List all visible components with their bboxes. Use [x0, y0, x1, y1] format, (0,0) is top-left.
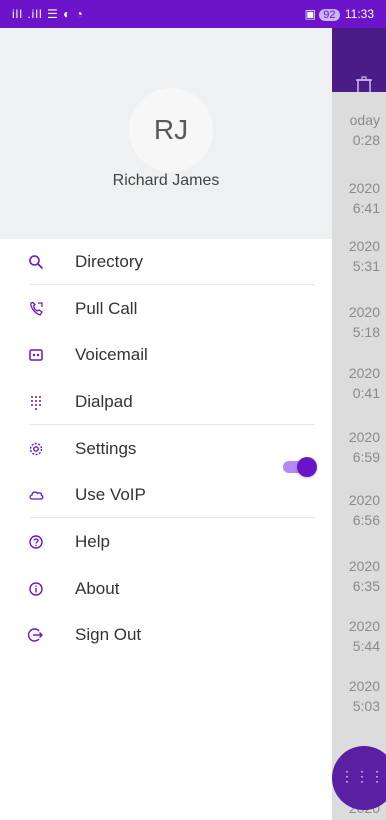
- menu-label: Sign Out: [75, 625, 142, 644]
- menu-item-directory[interactable]: Directory: [0, 240, 332, 286]
- avatar[interactable]: RJ: [129, 88, 213, 172]
- menu-label: Settings: [75, 439, 137, 458]
- menu-item-use-voip[interactable]: Use VoIP: [0, 473, 332, 519]
- drawer-header: RJ Richard James: [0, 28, 332, 239]
- navigation-drawer: RJ Richard James Directory Pull Call Voi…: [0, 28, 332, 820]
- nfc-icon: ▣: [304, 7, 320, 21]
- menu-label: Directory: [75, 252, 144, 271]
- menu-item-dialpad[interactable]: Dialpad: [0, 380, 332, 426]
- use-voip-toggle[interactable]: [283, 456, 317, 478]
- menu-item-voicemail[interactable]: Voicemail: [0, 333, 332, 379]
- menu-item-sign-out[interactable]: Sign Out: [0, 613, 332, 659]
- menu-label: Voicemail: [75, 345, 148, 364]
- background-app-bar: [332, 28, 386, 95]
- cloud-icon: [29, 491, 44, 500]
- divider: [30, 284, 315, 285]
- menu-label: Use VoIP: [75, 485, 146, 504]
- menu-label: About: [75, 579, 120, 598]
- menu-item-pull-call[interactable]: Pull Call: [0, 287, 332, 333]
- help-icon: [29, 535, 43, 549]
- toggle-thumb: [297, 457, 317, 477]
- status-right: ▣ 92 11:33: [305, 7, 374, 21]
- status-bar: ill .ill ☰ ◐ ◔ ▣ 92 11:33: [0, 0, 386, 28]
- search-icon: [29, 255, 44, 270]
- status-time: 11:33: [344, 7, 374, 21]
- menu-item-help[interactable]: Help: [0, 520, 332, 566]
- dialpad-icon: [31, 396, 41, 410]
- divider: [30, 517, 315, 518]
- voicemail-icon: [29, 349, 43, 361]
- sign-out-icon: [28, 628, 43, 642]
- status-signal-icons: ill .ill ☰ ◐ ◔: [12, 7, 84, 21]
- menu-item-about[interactable]: About: [0, 567, 332, 613]
- user-name: Richard James: [112, 172, 220, 189]
- battery-badge: 92: [319, 9, 340, 21]
- divider: [30, 424, 315, 425]
- dialpad-fab-icon: ⋮⋮⋮: [340, 768, 385, 784]
- info-icon: [29, 582, 43, 596]
- menu-label: Dialpad: [75, 392, 133, 411]
- menu-label: Help: [75, 532, 110, 551]
- phone-pull-icon: [30, 301, 43, 316]
- menu-label: Pull Call: [75, 299, 138, 318]
- settings-icon: [29, 442, 43, 456]
